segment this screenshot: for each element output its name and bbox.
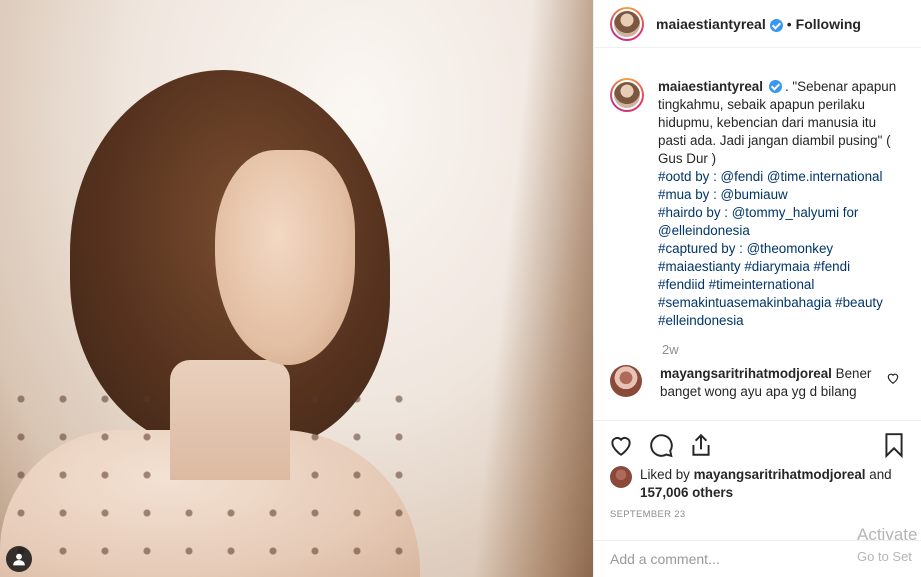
caption-tag-line[interactable]: #hairdo by : @tommy_halyumi for <box>658 204 905 222</box>
watermark-line-1: Activate <box>857 525 918 544</box>
verified-icon <box>769 19 783 32</box>
separator-dot: • <box>786 15 792 32</box>
photo-shadow <box>470 0 593 577</box>
caption-tag-line[interactable]: #maiaestianty #diarymaia #fendi <box>658 258 905 276</box>
comment-item: mayangsaritrihatmodjoreal Bener banget w… <box>610 365 905 401</box>
liker-avatar[interactable] <box>610 466 632 488</box>
photo-neck <box>170 360 290 480</box>
post-panel: maiaestiantyreal • Following maiaestiant… <box>593 0 921 577</box>
caption-avatar[interactable] <box>610 78 644 112</box>
post-age[interactable]: 2w <box>662 342 905 357</box>
following-button[interactable]: Following <box>796 16 861 32</box>
post-date[interactable]: SEPTEMBER 23 <box>610 509 685 520</box>
likes-count[interactable]: 157,006 others <box>640 485 733 500</box>
post-photo[interactable] <box>0 0 593 577</box>
commenter-username[interactable]: mayangsaritrihatmodjoreal <box>660 366 832 381</box>
activation-watermark: Activate Go to Set <box>857 524 917 568</box>
likes-summary: Liked by mayangsaritrihatmodjoreal and 1… <box>610 466 905 502</box>
caption-tag-line[interactable]: #ootd by : @fendi @time.international <box>658 168 905 186</box>
caption-tag-line[interactable]: #mua by : @bumiauw <box>658 186 905 204</box>
photo-face <box>215 150 355 365</box>
comment-icon[interactable] <box>648 432 674 458</box>
share-icon[interactable] <box>688 432 714 458</box>
likes-prefix: Liked by <box>640 467 690 482</box>
comment-input[interactable] <box>610 551 810 567</box>
action-bar <box>594 420 921 468</box>
comments-scroll-area[interactable]: maiaestiantyreal. "Sebenar apapun tingka… <box>594 62 921 422</box>
caption-tag-line[interactable]: #fendiid #timeinternational <box>658 276 905 294</box>
heart-icon[interactable] <box>886 371 900 385</box>
caption-tag-line[interactable]: @elleindonesia <box>658 222 905 240</box>
watermark-line-2: Go to Set <box>857 549 912 564</box>
header-username[interactable]: maiaestiantyreal <box>656 16 766 32</box>
user-tag-icon[interactable] <box>6 546 32 572</box>
heart-icon[interactable] <box>608 432 634 458</box>
caption-username[interactable]: maiaestiantyreal <box>658 79 763 94</box>
caption-tag-line[interactable]: #semakintuasemakinbahagia #beauty <box>658 294 905 312</box>
avatar[interactable] <box>610 6 644 41</box>
likes-mid: and <box>869 467 892 482</box>
commenter-avatar[interactable] <box>610 365 642 397</box>
bookmark-icon[interactable] <box>881 432 907 458</box>
verified-icon <box>768 80 782 93</box>
caption-tag-line[interactable]: #captured by : @theomonkey <box>658 240 905 258</box>
caption: maiaestiantyreal. "Sebenar apapun tingka… <box>610 78 905 330</box>
liker-username[interactable]: mayangsaritrihatmodjoreal <box>694 467 866 482</box>
caption-tag-line[interactable]: #elleindonesia <box>658 312 905 330</box>
post-header: maiaestiantyreal • Following <box>594 0 921 48</box>
